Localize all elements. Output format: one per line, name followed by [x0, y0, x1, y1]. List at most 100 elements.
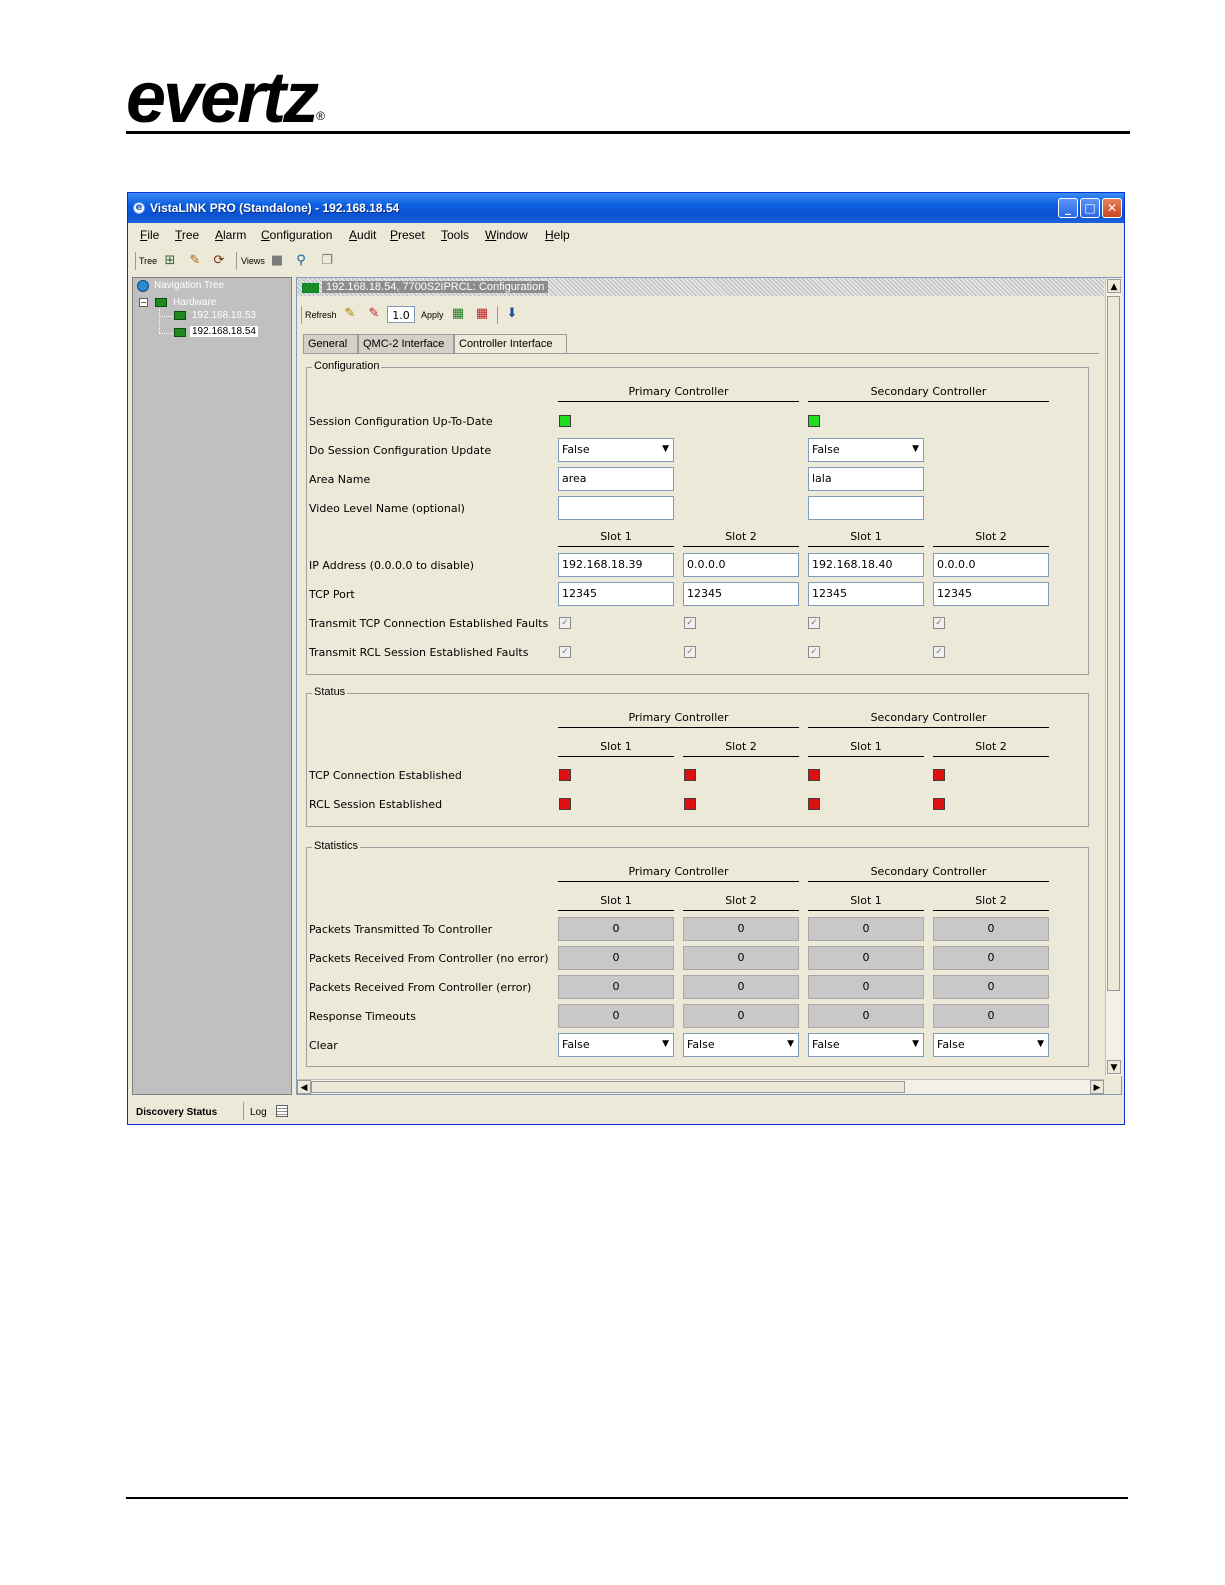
scroll-down-icon[interactable]: ▼: [1107, 1060, 1121, 1074]
nav-device-1[interactable]: 192.168.18.53: [192, 310, 256, 321]
download-icon[interactable]: ⬇: [503, 306, 521, 322]
primary-slot1-tcp-faults-checkbox[interactable]: ✓: [559, 617, 571, 629]
window-title: VistaLINK PRO (Standalone) - 192.168.18.…: [150, 201, 400, 215]
secondary-slot2-clear-value: False: [937, 1038, 965, 1051]
menu-preset[interactable]: Preset: [390, 228, 425, 242]
close-button[interactable]: ✕: [1102, 198, 1122, 218]
vertical-scroll-thumb[interactable]: [1107, 296, 1120, 991]
menu-bar: File Tree Alarm Configuration Audit Pres…: [128, 223, 1124, 247]
tab-divider: [303, 353, 1099, 354]
secondary-slot2-ip-input[interactable]: 0.0.0.0: [933, 553, 1049, 577]
secondary-area-name-input[interactable]: lala: [808, 467, 924, 491]
apply-button[interactable]: Apply: [421, 310, 444, 320]
globe-icon: [137, 280, 149, 292]
nav-hardware[interactable]: Hardware: [173, 297, 216, 308]
log-tab[interactable]: Log: [250, 1107, 267, 1118]
vertical-scrollbar[interactable]: ▲ ▼: [1105, 278, 1122, 1076]
primary-area-name-input[interactable]: area: [558, 467, 674, 491]
scroll-right-icon[interactable]: ▶: [1090, 1080, 1104, 1094]
minimize-button[interactable]: _: [1058, 198, 1078, 218]
apply-all-icon[interactable]: ▦: [473, 306, 491, 322]
title-bar[interactable]: e VistaLINK PRO (Standalone) - 192.168.1…: [128, 193, 1124, 223]
session-up-to-date-label: Session Configuration Up-To-Date: [309, 415, 493, 428]
primary-slot1-header: Slot 1: [558, 530, 674, 547]
collapse-icon[interactable]: −: [139, 298, 148, 307]
tree-expand-icon[interactable]: ⊞: [161, 253, 179, 269]
maximize-button[interactable]: □: [1080, 198, 1100, 218]
secondary-slot1-port-input[interactable]: 12345: [808, 582, 924, 606]
menu-configuration[interactable]: Configuration: [261, 228, 332, 242]
tab-qmc2-interface[interactable]: QMC-2 Interface: [358, 334, 454, 353]
tab-controller-interface[interactable]: Controller Interface: [454, 334, 567, 354]
secondary-slot2-port-input[interactable]: 12345: [933, 582, 1049, 606]
search-icon[interactable]: ⚲: [292, 253, 310, 269]
discovery-status-tab[interactable]: Discovery Status: [136, 1107, 217, 1118]
cancel-edit-icon[interactable]: ✎: [365, 306, 383, 322]
packets-rx-err-label: Packets Received From Controller (error): [309, 981, 532, 994]
primary-slot1-rx-ok-value: 0: [558, 946, 674, 970]
primary-slot1-clear-select[interactable]: False ▼: [558, 1033, 674, 1057]
nav-device-2[interactable]: 192.168.18.54: [190, 326, 258, 337]
secondary-slot1-ip-input[interactable]: 192.168.18.40: [808, 553, 924, 577]
primary-slot2-tcp-faults-checkbox[interactable]: ✓: [684, 617, 696, 629]
menu-alarm[interactable]: Alarm: [215, 228, 246, 242]
copy-view-icon[interactable]: ❐: [318, 253, 336, 269]
response-timeouts-label: Response Timeouts: [309, 1010, 416, 1023]
horizontal-scroll-thumb[interactable]: [311, 1081, 905, 1093]
menu-tools[interactable]: Tools: [441, 228, 469, 242]
primary-slot1-port-input[interactable]: 12345: [558, 582, 674, 606]
menu-window[interactable]: Window: [485, 228, 528, 242]
refresh-button[interactable]: Refresh: [305, 310, 337, 320]
secondary-slot2-tcp-faults-checkbox[interactable]: ✓: [933, 617, 945, 629]
secondary-slot1-clear-value: False: [812, 1038, 840, 1051]
log-icon[interactable]: [276, 1105, 288, 1117]
horizontal-scrollbar[interactable]: ◀ ▶: [297, 1079, 1104, 1094]
secondary-slot1-tx-value: 0: [808, 917, 924, 941]
apply-icon[interactable]: ▦: [449, 306, 467, 322]
zoom-field[interactable]: 1.0: [387, 306, 415, 323]
nav-root[interactable]: Navigation Tree: [154, 280, 224, 291]
primary-slot2-clear-select[interactable]: False ▼: [683, 1033, 799, 1057]
secondary-slot1-tcp-faults-checkbox[interactable]: ✓: [808, 617, 820, 629]
tab-general[interactable]: General: [303, 334, 358, 353]
primary-slot2-port-input[interactable]: 12345: [683, 582, 799, 606]
tree-discover-icon[interactable]: ✎: [186, 253, 204, 269]
primary-slot1-rcl-faults-checkbox[interactable]: ✓: [559, 646, 571, 658]
app-icon: e: [133, 202, 145, 214]
secondary-slot1-rcl-faults-checkbox[interactable]: ✓: [808, 646, 820, 658]
statusbar-separator: [243, 1102, 244, 1120]
menu-help[interactable]: Help: [545, 228, 570, 242]
primary-video-level-input[interactable]: [558, 496, 674, 520]
primary-slot2-tcp-led: [684, 769, 696, 781]
tree-line: [159, 333, 173, 335]
secondary-slot1-rx-ok-value: 0: [808, 946, 924, 970]
tree-refresh-icon[interactable]: ⟳: [210, 253, 228, 269]
secondary-slot2-rcl-faults-checkbox[interactable]: ✓: [933, 646, 945, 658]
secondary-slot2-clear-select[interactable]: False ▼: [933, 1033, 1049, 1057]
primary-slot2-ip-input[interactable]: 0.0.0.0: [683, 553, 799, 577]
secondary-slot2-tcp-led: [933, 769, 945, 781]
menu-tree[interactable]: Tree: [175, 228, 199, 242]
tree-line: [159, 309, 161, 333]
tree-line: [159, 316, 173, 318]
secondary-slot1-clear-select[interactable]: False ▼: [808, 1033, 924, 1057]
secondary-do-update-select[interactable]: False ▼: [808, 438, 924, 462]
primary-slot1-ip-input[interactable]: 192.168.18.39: [558, 553, 674, 577]
scroll-up-icon[interactable]: ▲: [1107, 279, 1121, 293]
secondary-video-level-input[interactable]: [808, 496, 924, 520]
edit-icon[interactable]: ✎: [341, 306, 359, 322]
primary-do-update-select[interactable]: False ▼: [558, 438, 674, 462]
menu-audit[interactable]: Audit: [349, 228, 376, 242]
menu-file[interactable]: File: [140, 228, 159, 242]
scroll-left-icon[interactable]: ◀: [297, 1080, 311, 1094]
status-primary-slot2-header: Slot 2: [683, 740, 799, 757]
secondary-slot1-rx-err-value: 0: [808, 975, 924, 999]
primary-slot2-rx-err-value: 0: [683, 975, 799, 999]
view-icon[interactable]: ■: [268, 253, 286, 269]
rcl-faults-label: Transmit RCL Session Established Faults: [309, 646, 529, 659]
chevron-down-icon: ▼: [662, 1039, 669, 1049]
tree-label: Tree: [139, 256, 158, 266]
primary-slot2-rcl-faults-checkbox[interactable]: ✓: [684, 646, 696, 658]
primary-controller-header: Primary Controller: [558, 385, 799, 402]
status-group: Status Primary Controller Secondary Cont…: [306, 686, 1089, 827]
